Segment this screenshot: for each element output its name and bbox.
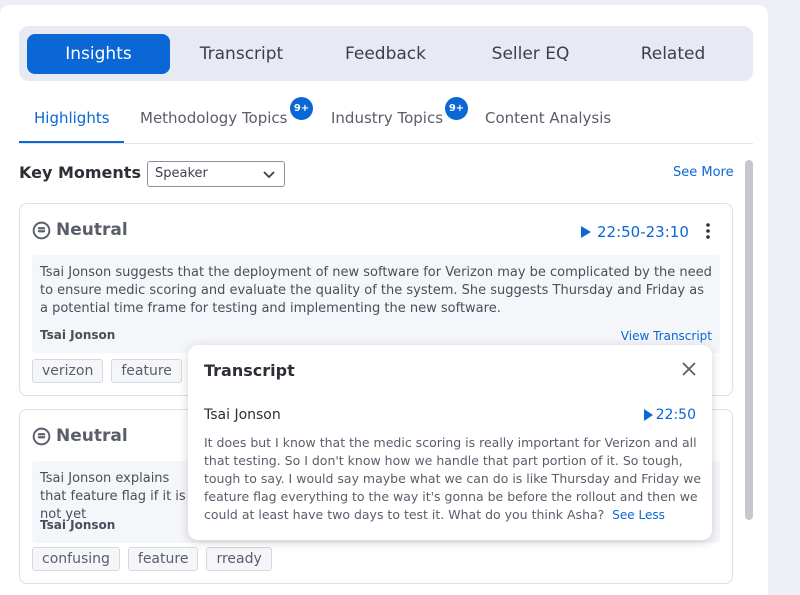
popup-time: 22:50 <box>655 407 696 423</box>
see-more-link[interactable]: See More <box>673 165 734 180</box>
popup-speaker-name: Tsai Jonson <box>204 407 281 423</box>
play-moment-button[interactable]: 22:50-23:10 <box>580 223 689 241</box>
methodology-count-badge: 9+ <box>290 97 313 120</box>
tag-chip[interactable]: feature <box>127 547 199 571</box>
tag-list: verizon feature <box>32 359 182 383</box>
subtab-industry-topics[interactable]: Industry Topics <box>331 109 443 127</box>
tag-chip[interactable]: rready <box>206 547 272 571</box>
subtab-highlights[interactable]: Highlights <box>34 109 110 127</box>
chevron-down-icon <box>263 171 275 179</box>
moment-summary: Tsai Jonson explains that feature flag i… <box>40 471 186 522</box>
time-range: 22:50-23:10 <box>597 223 689 241</box>
sentiment-label: Neutral <box>32 426 128 446</box>
transcript-popup: Transcript Tsai Jonson 22:50 It does but… <box>188 345 712 540</box>
tag-chip[interactable]: feature <box>111 359 182 383</box>
close-icon[interactable] <box>681 361 697 377</box>
subtab-content-analysis[interactable]: Content Analysis <box>485 109 611 127</box>
play-icon <box>643 409 653 421</box>
main-tabbar: Insights Transcript Feedback Seller EQ R… <box>19 26 753 81</box>
tab-feedback[interactable]: Feedback <box>313 34 458 74</box>
neutral-face-icon <box>32 427 51 445</box>
tab-insights[interactable]: Insights <box>27 34 170 74</box>
see-less-link[interactable]: See Less <box>612 508 665 522</box>
sub-tabbar: Highlights Methodology Topics 9+ Industr… <box>19 97 753 144</box>
industry-count-badge: 9+ <box>445 97 468 120</box>
transcript-text-block: It does but I know that the medic scorin… <box>204 434 704 524</box>
tag-chip[interactable]: confusing <box>32 547 120 571</box>
insights-panel: Insights Transcript Feedback Seller EQ R… <box>0 5 768 595</box>
subtab-methodology-topics[interactable]: Methodology Topics <box>140 109 288 127</box>
neutral-face-icon <box>32 221 51 239</box>
popup-play-button[interactable]: 22:50 <box>643 407 696 423</box>
tab-transcript[interactable]: Transcript <box>170 34 313 74</box>
speaker-filter-select[interactable]: Speaker <box>147 161 285 187</box>
play-icon <box>581 226 591 238</box>
popup-title: Transcript <box>204 361 295 380</box>
speaker-filter-value: Speaker <box>155 166 208 181</box>
kebab-menu-icon[interactable] <box>704 222 712 240</box>
speaker-name: Tsai Jonson <box>40 328 116 342</box>
sentiment-text: Neutral <box>56 220 128 240</box>
sentiment-label: Neutral <box>32 220 128 240</box>
speaker-name: Tsai Jonson <box>40 518 116 532</box>
tag-chip[interactable]: verizon <box>32 359 104 383</box>
tag-list: confusing feature rready <box>32 547 272 571</box>
scrollbar-thumb[interactable] <box>745 160 753 520</box>
sentiment-text: Neutral <box>56 426 128 446</box>
moment-summary-box: Tsai Jonson suggests that the deployment… <box>32 255 720 353</box>
tab-related[interactable]: Related <box>603 34 743 74</box>
view-transcript-link[interactable]: View Transcript <box>621 329 712 343</box>
active-subtab-indicator <box>19 141 124 143</box>
key-moments-title: Key Moments <box>19 163 141 182</box>
tab-seller-eq[interactable]: Seller EQ <box>458 34 603 74</box>
moment-summary: Tsai Jonson suggests that the deployment… <box>40 265 712 316</box>
